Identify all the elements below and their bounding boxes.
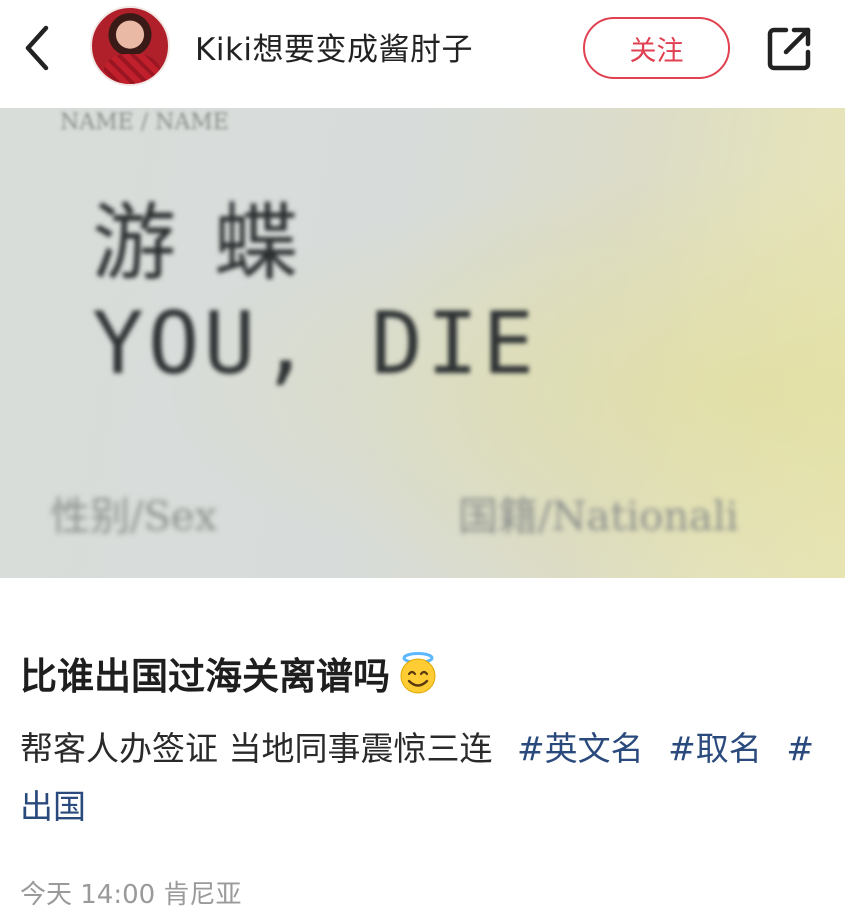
image-chinese-name: 游蝶 [92, 194, 337, 292]
post-image[interactable]: NAME / NAME 游蝶 YOU, DIE 性别/Sex 国籍/Nation… [0, 108, 845, 578]
share-icon [767, 27, 811, 71]
image-faint-header-text: NAME / NAME [60, 110, 229, 135]
avatar[interactable] [90, 6, 170, 86]
hashtag-english-name[interactable]: #英文名 [517, 729, 644, 768]
post-body: 帮客人办签证 当地同事震惊三连 #英文名 #取名 #出国 [20, 720, 825, 836]
post-title-text: 比谁出国过海关离谱吗 [20, 655, 390, 698]
hashtag-naming[interactable]: #取名 [668, 729, 762, 768]
image-sex-label: 性别/Sex [50, 494, 218, 540]
top-bar: Kiki想要变成酱肘子 关注 [0, 0, 845, 108]
post-body-text: 帮客人办签证 当地同事震惊三连 [20, 729, 493, 768]
post-meta: 今天 14:00 肯尼亚 [20, 880, 242, 910]
halo-smile-emoji-icon [396, 651, 440, 695]
chevron-left-icon [25, 25, 49, 71]
image-english-name: YOU, DIE [92, 294, 539, 394]
back-button[interactable] [18, 22, 58, 74]
share-button[interactable] [764, 24, 814, 74]
image-nationality-label: 国籍/Nationali [458, 494, 739, 540]
post-title: 比谁出国过海关离谱吗 [20, 646, 440, 700]
follow-button[interactable]: 关注 [583, 17, 730, 79]
username[interactable]: Kiki想要变成酱肘子 [195, 24, 473, 69]
